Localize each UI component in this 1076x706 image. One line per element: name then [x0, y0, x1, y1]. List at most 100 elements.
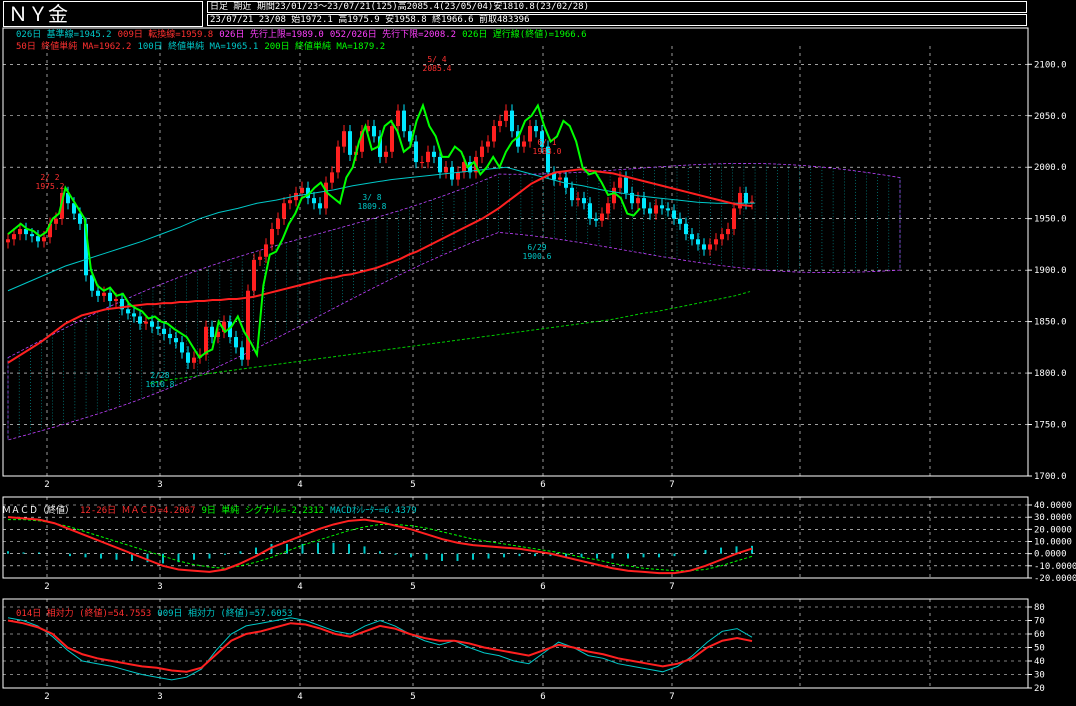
candle-body — [180, 342, 184, 353]
candle-body — [162, 328, 166, 334]
x-tick-label: 6 — [540, 582, 545, 592]
y-tick-label: 70 — [1034, 617, 1045, 627]
x-tick-label: 2 — [44, 582, 49, 592]
y-tick-label: 30 — [1034, 671, 1045, 681]
candle-body — [210, 326, 214, 338]
x-tick-label: 7 — [669, 480, 674, 490]
price-chart-area: 1700.0 1750.0 1800.0 1850.0 1900.0 1950.0 2000… — [2, 27, 1076, 702]
candle-body — [246, 290, 250, 360]
candle-body — [300, 187, 304, 193]
candle-body — [204, 326, 208, 355]
candle-body — [12, 234, 16, 240]
price-annotation-date: 6/29 — [527, 243, 546, 252]
candle-body — [582, 198, 586, 204]
rsi14-line — [7, 619, 753, 673]
price-annotation-date: 3/ 8 — [362, 193, 381, 202]
y-tick-label: 20.0000 — [1034, 525, 1072, 535]
candle-body — [282, 203, 286, 219]
candle-body — [102, 292, 106, 296]
y-tick-label: 50 — [1034, 644, 1045, 654]
candle-body — [594, 218, 598, 221]
candle-body — [426, 151, 430, 163]
candle-body — [648, 208, 652, 214]
candle-body — [414, 141, 418, 163]
candle-body — [156, 326, 160, 329]
y-tick-label: 80 — [1034, 603, 1045, 613]
ma100-line — [7, 166, 756, 292]
x-tick-label: 4 — [297, 582, 302, 592]
candle-body — [396, 110, 400, 127]
candle-body — [696, 239, 700, 245]
candle-body — [108, 292, 112, 302]
price-annotation-date: 5/ 4 — [427, 55, 446, 64]
candle-body — [288, 200, 292, 204]
candle-body — [192, 357, 196, 363]
y-tick-label: 1900.0 — [1034, 266, 1067, 276]
candle-body — [264, 244, 268, 257]
macd-signal-line — [8, 519, 753, 572]
x-tick-label: 4 — [297, 480, 302, 490]
candle-body — [588, 203, 592, 219]
candle-body — [312, 198, 316, 204]
candle-body — [390, 126, 394, 152]
candle-body — [660, 205, 664, 209]
y-tick-label: 1750.0 — [1034, 421, 1067, 431]
x-tick-label: 2 — [44, 480, 49, 490]
y-tick-label: 10.0000 — [1034, 538, 1072, 548]
x-tick-label: 2 — [44, 692, 49, 702]
x-tick-label: 6 — [540, 480, 545, 490]
candle-body — [576, 198, 580, 201]
candle-body — [636, 198, 640, 204]
y-tick-label: 1800.0 — [1034, 369, 1067, 379]
candle-body — [324, 182, 328, 209]
panel-frame — [2, 27, 1029, 477]
y-tick-label: 2000.0 — [1034, 163, 1067, 173]
candle-body — [744, 192, 748, 204]
candle-body — [18, 228, 22, 235]
candle-body — [486, 141, 490, 147]
candle-body — [510, 110, 514, 132]
y-tick-label: 30.0000 — [1034, 513, 1072, 523]
candle-body — [168, 333, 172, 339]
candle-body — [654, 205, 658, 214]
candle-body — [342, 131, 346, 147]
candle-body — [522, 141, 526, 147]
x-tick-label: 5 — [410, 480, 415, 490]
candle-body — [276, 218, 280, 229]
price-annotation-value: 2085.4 — [423, 64, 452, 73]
y-tick-label: 40.0000 — [1034, 501, 1072, 511]
candle-body — [438, 156, 442, 173]
candle-body — [432, 151, 436, 157]
y-tick-label: 2100.0 — [1034, 60, 1067, 70]
price-annotation-value: 1809.8 — [358, 202, 387, 211]
x-tick-label: 3 — [157, 480, 162, 490]
candle-body — [270, 228, 274, 245]
candle-body — [54, 218, 58, 224]
candle-body — [330, 172, 334, 183]
ma200-line — [149, 291, 751, 384]
candle-body — [138, 316, 142, 324]
candle-body — [150, 321, 154, 327]
candle-body — [114, 298, 118, 302]
x-tick-label: 5 — [410, 582, 415, 592]
candle-body — [624, 177, 628, 193]
candle-body — [258, 256, 262, 260]
candle-body — [738, 192, 742, 209]
x-tick-label: 3 — [157, 582, 162, 592]
x-tick-label: 6 — [540, 692, 545, 702]
y-tick-label: 1700.0 — [1034, 472, 1067, 482]
x-tick-label: 7 — [669, 582, 674, 592]
candle-body — [708, 244, 712, 250]
candle-body — [714, 239, 718, 245]
candle-body — [144, 321, 148, 324]
candle-body — [42, 237, 46, 242]
y-tick-label: 40 — [1034, 657, 1045, 667]
candle-body — [402, 110, 406, 132]
candle-body — [186, 352, 190, 363]
price-annotation-value: 1975.2 — [36, 182, 65, 191]
y-tick-label: 60 — [1034, 630, 1045, 640]
candle-body — [492, 126, 496, 142]
candle-body — [732, 208, 736, 229]
x-tick-label: 3 — [157, 692, 162, 702]
y-tick-label: 0.0000 — [1034, 550, 1067, 560]
